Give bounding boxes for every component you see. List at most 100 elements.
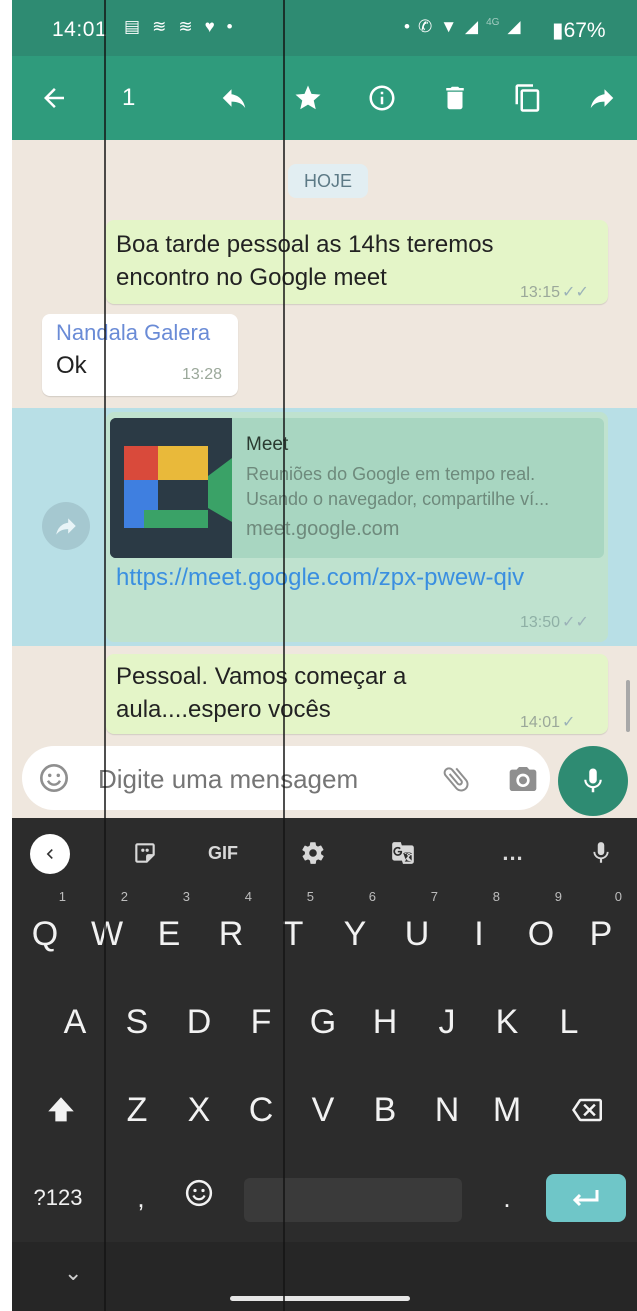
comma-key[interactable]: , <box>112 1168 170 1228</box>
more-button[interactable]: ... <box>498 838 528 868</box>
status-time: 14:01 <box>52 18 108 41</box>
message-input-container <box>22 746 550 810</box>
keyboard-settings-button[interactable] <box>298 838 328 868</box>
translate-button[interactable] <box>388 838 418 868</box>
key-z[interactable]: Z <box>108 1080 166 1140</box>
key-v[interactable]: V <box>294 1080 352 1140</box>
forward-button[interactable] <box>582 78 622 118</box>
key-hint: 2 <box>120 889 128 904</box>
key-s[interactable]: S <box>108 992 166 1052</box>
chat-area[interactable]: HOJE Boa tarde pessoal as 14hs teremos e… <box>12 140 637 740</box>
attach-icon[interactable] <box>440 763 472 795</box>
delete-button[interactable] <box>435 78 475 118</box>
back-icon <box>44 88 64 108</box>
key-b[interactable]: B <box>356 1080 414 1140</box>
key-q[interactable]: Q1 <box>16 890 74 964</box>
key-y[interactable]: Y6 <box>326 890 384 964</box>
key-label: I <box>474 915 484 953</box>
scrollbar[interactable] <box>626 680 630 732</box>
key-hint: 4 <box>244 889 252 904</box>
message-bubble-outgoing[interactable]: Pessoal. Vamos começar a aula....espero … <box>106 654 608 734</box>
gif-button[interactable]: GIF <box>200 838 246 868</box>
message-bubble-outgoing[interactable]: Boa tarde pessoal as 14hs teremos encont… <box>106 220 608 304</box>
message-bubble-link[interactable]: Meet Reuniões do Google em tempo real. U… <box>106 412 608 642</box>
reply-button[interactable] <box>214 78 254 118</box>
battery-percent: 67% <box>563 19 606 42</box>
key-x[interactable]: X <box>170 1080 228 1140</box>
sticker-button[interactable] <box>130 838 160 868</box>
enter-key[interactable] <box>546 1174 626 1222</box>
key-a[interactable]: A <box>46 992 104 1052</box>
chevron-down-icon[interactable]: ⌄ <box>64 1260 82 1286</box>
symbols-key[interactable]: ?123 <box>18 1168 98 1228</box>
key-o[interactable]: O9 <box>512 890 570 964</box>
voice-input-button[interactable] <box>586 838 616 868</box>
back-button[interactable] <box>34 78 74 118</box>
sender-name: Nandala Galera <box>56 320 211 345</box>
key-c[interactable]: C <box>232 1080 290 1140</box>
backspace-icon <box>572 1098 602 1122</box>
key-k[interactable]: K <box>478 992 536 1052</box>
message-time: 13:28 <box>182 366 223 383</box>
message-text: Pessoal. Vamos começar a aula....espero … <box>116 663 407 723</box>
message-time-value: 13:50 <box>520 614 561 631</box>
key-n[interactable]: N <box>418 1080 476 1140</box>
space-key[interactable] <box>244 1178 462 1222</box>
message-link[interactable]: https://meet.google.com/zpx-pwew-qiv <box>116 562 576 594</box>
key-p[interactable]: P0 <box>572 890 630 964</box>
mic-icon <box>593 842 609 863</box>
key-r[interactable]: R4 <box>202 890 260 964</box>
key-e[interactable]: E3 <box>140 890 198 964</box>
key-label: E <box>157 915 181 953</box>
selection-toolbar: 1 <box>12 56 637 140</box>
message-time-value: 14:01 <box>520 714 561 731</box>
key-m[interactable]: M <box>478 1080 536 1140</box>
message-text: Boa tarde pessoal as 14hs teremos encont… <box>116 231 494 291</box>
call-icon: ✆ <box>417 17 433 36</box>
link-preview-card[interactable]: Meet Reuniões do Google em tempo real. U… <box>110 418 604 558</box>
key-t[interactable]: T5 <box>264 890 322 964</box>
whatsapp-icon: ≋ <box>152 17 167 36</box>
gear-icon <box>302 842 324 864</box>
mic-icon <box>584 768 602 793</box>
notification-icons: ▤ ≋ ≋ ♥ • <box>124 17 233 37</box>
key-label: Y <box>343 915 367 953</box>
key-g[interactable]: G <box>294 992 352 1052</box>
star-icon <box>295 85 321 110</box>
shift-key[interactable] <box>32 1080 90 1140</box>
dot-icon: • <box>404 17 410 36</box>
key-l[interactable]: L <box>540 992 598 1052</box>
emoji-key[interactable] <box>170 1164 228 1224</box>
keyboard-collapse-button[interactable] <box>30 834 70 874</box>
forward-icon <box>590 89 614 108</box>
emoji-icon[interactable] <box>38 762 70 794</box>
info-button[interactable] <box>362 78 402 118</box>
star-button[interactable] <box>288 78 328 118</box>
copy-button[interactable] <box>508 78 548 118</box>
key-w[interactable]: W2 <box>78 890 136 964</box>
signal-icon: ◢ <box>465 17 479 36</box>
key-j[interactable]: J <box>418 992 476 1052</box>
quick-forward-button[interactable] <box>42 502 90 550</box>
key-h[interactable]: H <box>356 992 414 1052</box>
message-bubble-incoming[interactable]: Nandala Galera Ok 13:28 <box>42 314 238 396</box>
soft-keyboard: GIF ... Q1 W2 E3 R4 T5 Y6 U7 I8 O9 P0 A … <box>12 818 637 1311</box>
date-divider: HOJE <box>288 164 368 198</box>
double-check-icon: ✓✓ <box>562 284 589 301</box>
key-f[interactable]: F <box>232 992 290 1052</box>
home-handle[interactable] <box>230 1296 410 1301</box>
backspace-key[interactable] <box>558 1080 616 1140</box>
voice-record-button[interactable] <box>558 746 628 816</box>
period-key[interactable]: . <box>478 1168 536 1228</box>
key-d[interactable]: D <box>170 992 228 1052</box>
scan-line <box>283 0 285 1311</box>
key-label: P <box>589 915 613 953</box>
key-i[interactable]: I8 <box>450 890 508 964</box>
camera-icon[interactable] <box>506 763 540 795</box>
key-label: Q <box>31 915 59 953</box>
news-icon: ▤ <box>124 17 141 36</box>
message-input[interactable] <box>98 764 418 795</box>
key-u[interactable]: U7 <box>388 890 446 964</box>
status-bar: 14:01 ▤ ≋ ≋ ♥ • • ✆ ▼ ◢ 4G ◢ ▮67% <box>12 0 637 56</box>
translate-icon <box>392 842 414 864</box>
